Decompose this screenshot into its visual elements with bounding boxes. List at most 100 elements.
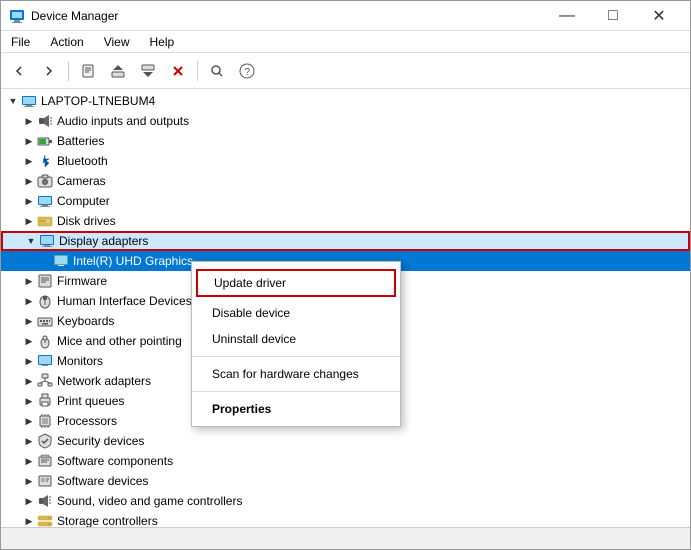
intel-gpu-toggle: [37, 253, 53, 269]
tree-item-computer[interactable]: ▶ Computer: [1, 191, 690, 211]
firmware-toggle[interactable]: ▶: [21, 273, 37, 289]
tree-item-sound[interactable]: ▶ Sound, video and game controllers: [1, 491, 690, 511]
hid-icon: [37, 293, 53, 309]
toolbar-sep-2: [197, 61, 198, 81]
toolbar-properties-button[interactable]: [74, 58, 102, 84]
context-menu-uninstall-device[interactable]: Uninstall device: [192, 326, 400, 352]
root-toggle[interactable]: ▼: [5, 93, 21, 109]
main-content: ▼ LAPTOP-LTNEBUM4 ▶ Audio inputs and out…: [1, 89, 690, 527]
tree-item-cameras[interactable]: ▶ Cameras: [1, 171, 690, 191]
tree-item-software-components[interactable]: ▶ Software components: [1, 451, 690, 471]
monitors-toggle[interactable]: ▶: [21, 353, 37, 369]
hid-toggle[interactable]: ▶: [21, 293, 37, 309]
toolbar-sep-1: [68, 61, 69, 81]
menu-view[interactable]: View: [94, 31, 140, 52]
minimize-button[interactable]: —: [544, 1, 590, 31]
menu-file[interactable]: File: [1, 31, 40, 52]
storage-toggle[interactable]: ▶: [21, 513, 37, 527]
toolbar-back-button[interactable]: [5, 58, 33, 84]
intel-gpu-icon: [53, 253, 69, 269]
cameras-icon: [37, 173, 53, 189]
tree-item-storage[interactable]: ▶ Storage controllers: [1, 511, 690, 527]
mice-label: Mice and other pointing: [57, 334, 182, 348]
scan-label: Scan for hardware changes: [212, 367, 359, 381]
toolbar-rollback-button[interactable]: [134, 58, 162, 84]
software-components-toggle[interactable]: ▶: [21, 453, 37, 469]
context-menu-sep1: [192, 356, 400, 357]
maximize-button[interactable]: □: [590, 1, 636, 31]
tree-item-display[interactable]: ▼ Display adapters: [1, 231, 690, 251]
toolbar-help-button[interactable]: ?: [233, 58, 261, 84]
mice-icon: [37, 333, 53, 349]
tree-item-audio[interactable]: ▶ Audio inputs and outputs: [1, 111, 690, 131]
context-menu-disable-device[interactable]: Disable device: [192, 300, 400, 326]
toolbar-uninstall-button[interactable]: [164, 58, 192, 84]
software-devices-toggle[interactable]: ▶: [21, 473, 37, 489]
security-label: Security devices: [57, 434, 144, 448]
audio-label: Audio inputs and outputs: [57, 114, 189, 128]
print-label: Print queues: [57, 394, 124, 408]
update-driver-label: Update driver: [214, 276, 286, 290]
uninstall-device-label: Uninstall device: [212, 332, 296, 346]
batteries-icon: [37, 133, 53, 149]
tree-item-batteries[interactable]: ▶ Batteries: [1, 131, 690, 151]
menu-action[interactable]: Action: [40, 31, 93, 52]
tree-root[interactable]: ▼ LAPTOP-LTNEBUM4: [1, 91, 690, 111]
keyboards-toggle[interactable]: ▶: [21, 313, 37, 329]
context-menu-update-driver[interactable]: Update driver: [196, 269, 396, 297]
tree-item-security[interactable]: ▶ Security devices: [1, 431, 690, 451]
network-icon: [37, 373, 53, 389]
print-icon: [37, 393, 53, 409]
context-menu: Update driver Disable device Uninstall d…: [191, 261, 401, 427]
sound-toggle[interactable]: ▶: [21, 493, 37, 509]
svg-text:?: ?: [245, 67, 251, 78]
sound-label: Sound, video and game controllers: [57, 494, 242, 508]
toolbar: ?: [1, 53, 690, 89]
context-menu-scan[interactable]: Scan for hardware changes: [192, 361, 400, 387]
cameras-toggle[interactable]: ▶: [21, 173, 37, 189]
print-toggle[interactable]: ▶: [21, 393, 37, 409]
storage-label: Storage controllers: [57, 514, 158, 527]
monitors-icon: [37, 353, 53, 369]
context-menu-sep2: [192, 391, 400, 392]
toolbar-scan-button[interactable]: [203, 58, 231, 84]
tree-item-software-devices[interactable]: ▶ Software devices: [1, 471, 690, 491]
audio-toggle[interactable]: ▶: [21, 113, 37, 129]
context-menu-properties[interactable]: Properties: [192, 396, 400, 422]
security-toggle[interactable]: ▶: [21, 433, 37, 449]
keyboards-icon: [37, 313, 53, 329]
tree-item-bluetooth[interactable]: ▶ Bluetooth: [1, 151, 690, 171]
batteries-toggle[interactable]: ▶: [21, 133, 37, 149]
menu-help[interactable]: Help: [140, 31, 185, 52]
title-bar-title: Device Manager: [31, 9, 544, 23]
disable-device-label: Disable device: [212, 306, 290, 320]
software-components-icon: [37, 453, 53, 469]
tree-item-disk[interactable]: ▶ Disk drives: [1, 211, 690, 231]
title-bar-controls: — □ ✕: [544, 1, 682, 31]
display-icon: [39, 233, 55, 249]
computer-toggle[interactable]: ▶: [21, 193, 37, 209]
properties-label: Properties: [212, 402, 271, 416]
keyboards-label: Keyboards: [57, 314, 114, 328]
firmware-icon: [37, 273, 53, 289]
cameras-label: Cameras: [57, 174, 106, 188]
display-label: Display adapters: [59, 234, 148, 248]
close-button[interactable]: ✕: [636, 1, 682, 31]
software-components-label: Software components: [57, 454, 173, 468]
toolbar-forward-button[interactable]: [35, 58, 63, 84]
computer-icon: [37, 193, 53, 209]
security-icon: [37, 433, 53, 449]
network-toggle[interactable]: ▶: [21, 373, 37, 389]
bluetooth-icon: [37, 153, 53, 169]
title-bar-icon: [9, 8, 25, 24]
disk-toggle[interactable]: ▶: [21, 213, 37, 229]
bluetooth-toggle[interactable]: ▶: [21, 153, 37, 169]
display-toggle[interactable]: ▼: [23, 233, 39, 249]
monitors-label: Monitors: [57, 354, 103, 368]
processors-toggle[interactable]: ▶: [21, 413, 37, 429]
disk-icon: [37, 213, 53, 229]
toolbar-update-driver-button[interactable]: [104, 58, 132, 84]
mice-toggle[interactable]: ▶: [21, 333, 37, 349]
menu-bar: File Action View Help: [1, 31, 690, 53]
firmware-label: Firmware: [57, 274, 107, 288]
